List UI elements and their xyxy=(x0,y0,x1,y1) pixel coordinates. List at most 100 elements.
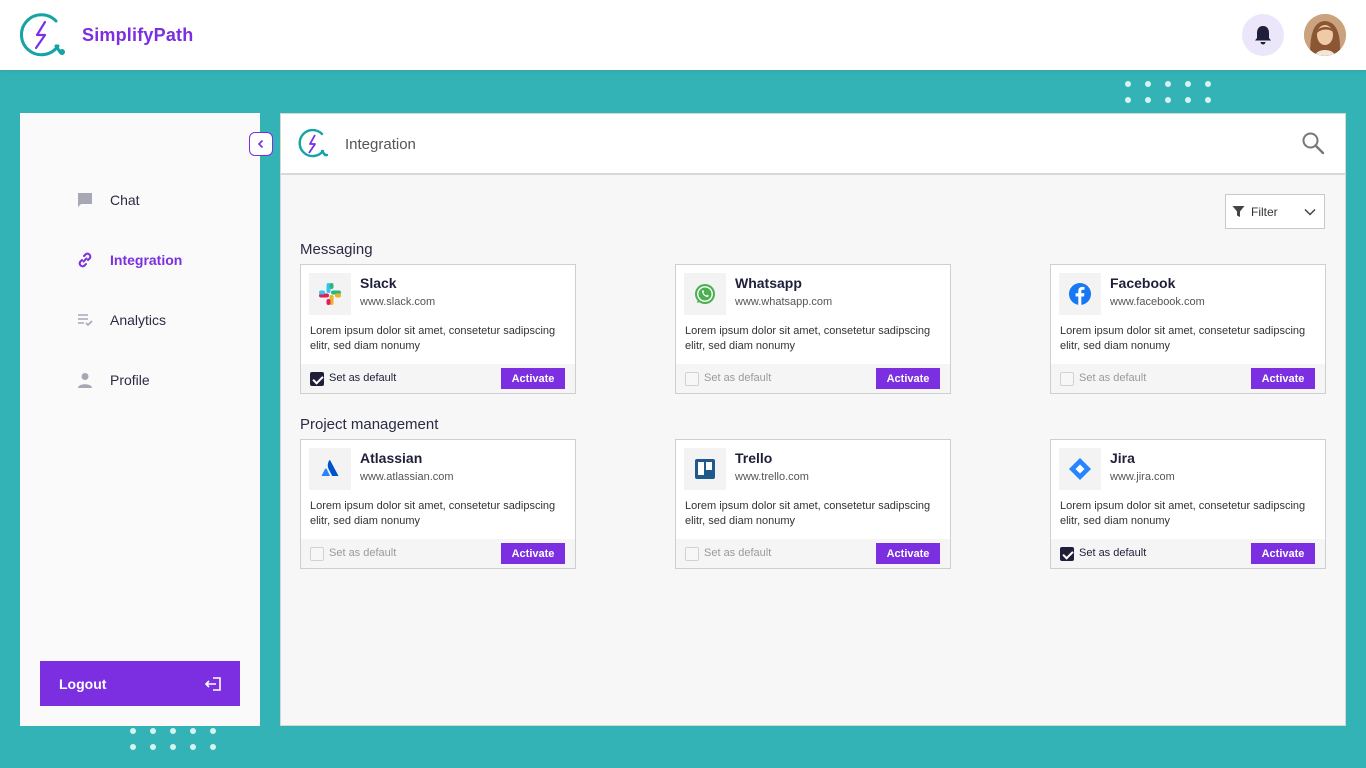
main-panel: Integration Filter Messaging Slack www.s… xyxy=(280,113,1346,726)
filter-label: Filter xyxy=(1251,204,1278,219)
sidebar: Chat Integration Analytics Profile Logou… xyxy=(20,113,260,726)
app-name: SimplifyPath xyxy=(82,24,194,45)
logout-icon xyxy=(204,676,221,691)
set-default-label[interactable]: Set as default xyxy=(329,547,396,559)
activate-button[interactable]: Activate xyxy=(876,368,940,389)
search-button[interactable] xyxy=(1301,131,1325,160)
slack-logo xyxy=(309,273,351,315)
profile-icon xyxy=(76,371,94,389)
filter-icon xyxy=(1232,206,1245,217)
integration-card-jira: Jira www.jira.com Lorem ipsum dolor sit … xyxy=(1050,439,1326,569)
set-default-label[interactable]: Set as default xyxy=(1079,372,1146,384)
integration-url[interactable]: www.atlassian.com xyxy=(360,471,454,483)
card-footer: Set as default Activate xyxy=(676,539,950,568)
sidebar-item-integration[interactable]: Integration xyxy=(76,251,182,269)
atlassian-logo xyxy=(309,448,351,490)
activate-button[interactable]: Activate xyxy=(1251,368,1315,389)
trello-logo xyxy=(684,448,726,490)
set-default-label[interactable]: Set as default xyxy=(704,372,771,384)
card-footer: Set as default Activate xyxy=(676,364,950,393)
sidebar-item-label: Integration xyxy=(110,252,183,268)
jira-logo xyxy=(1059,448,1101,490)
top-bar: SimplifyPath xyxy=(0,0,1366,70)
integration-name: Trello xyxy=(735,450,773,466)
logout-button[interactable]: Logout xyxy=(40,661,240,706)
decorative-dots-top xyxy=(1125,81,1211,103)
whatsapp-icon xyxy=(695,284,715,304)
card-footer: Set as default Activate xyxy=(301,539,575,568)
notification-button[interactable] xyxy=(1242,14,1284,56)
chevron-down-icon xyxy=(1304,208,1316,216)
sidebar-item-label: Analytics xyxy=(110,312,167,328)
brand[interactable]: SimplifyPath xyxy=(18,12,193,58)
whatsapp-logo xyxy=(684,273,726,315)
jira-icon xyxy=(1069,458,1091,480)
decorative-dots-bottom xyxy=(130,728,216,750)
user-avatar-icon xyxy=(1304,14,1346,56)
activate-button[interactable]: Activate xyxy=(501,368,565,389)
integration-name: Facebook xyxy=(1110,275,1176,291)
integration-description: Lorem ipsum dolor sit amet, consetetur s… xyxy=(310,325,556,352)
set-default-checkbox[interactable] xyxy=(685,372,699,386)
chat-icon xyxy=(76,191,94,209)
sidebar-item-label: Chat xyxy=(110,192,140,208)
set-default-checkbox[interactable] xyxy=(310,372,324,386)
integration-card-atlassian: Atlassian www.atlassian.com Lorem ipsum … xyxy=(300,439,576,569)
set-default-label[interactable]: Set as default xyxy=(329,372,396,384)
integration-description: Lorem ipsum dolor sit amet, consetetur s… xyxy=(685,500,931,527)
integration-logo-icon xyxy=(298,128,329,158)
bell-icon xyxy=(1255,26,1271,45)
integration-card-whatsapp: Whatsapp www.whatsapp.com Lorem ipsum do… xyxy=(675,264,951,394)
integration-name: Slack xyxy=(360,275,397,291)
section-title-project-management: Project management xyxy=(300,416,439,433)
activate-button[interactable]: Activate xyxy=(1251,543,1315,564)
slack-icon xyxy=(319,283,341,305)
integration-card-slack: Slack www.slack.com Lorem ipsum dolor si… xyxy=(300,264,576,394)
integration-card-facebook: Facebook www.facebook.com Lorem ipsum do… xyxy=(1050,264,1326,394)
card-footer: Set as default Activate xyxy=(301,364,575,393)
sidebar-item-analytics[interactable]: Analytics xyxy=(76,311,166,329)
page-title: Integration xyxy=(345,136,416,153)
activate-button[interactable]: Activate xyxy=(501,543,565,564)
atlassian-icon xyxy=(321,460,339,476)
integration-url[interactable]: www.whatsapp.com xyxy=(735,296,832,308)
set-default-label[interactable]: Set as default xyxy=(704,547,771,559)
sidebar-item-profile[interactable]: Profile xyxy=(76,371,150,389)
sidebar-item-label: Profile xyxy=(110,372,150,388)
trello-icon xyxy=(695,459,715,479)
set-default-checkbox[interactable] xyxy=(1060,372,1074,386)
integration-card-trello: Trello www.trello.com Lorem ipsum dolor … xyxy=(675,439,951,569)
app-logo-icon xyxy=(19,13,65,57)
activate-button[interactable]: Activate xyxy=(876,543,940,564)
analytics-icon xyxy=(76,311,94,329)
set-default-checkbox[interactable] xyxy=(685,547,699,561)
card-footer: Set as default Activate xyxy=(1051,539,1325,568)
section-title-messaging: Messaging xyxy=(300,241,373,258)
sidebar-item-chat[interactable]: Chat xyxy=(76,191,140,209)
integration-name: Whatsapp xyxy=(735,275,802,291)
avatar[interactable] xyxy=(1304,14,1346,56)
integration-url[interactable]: www.facebook.com xyxy=(1110,296,1205,308)
integration-description: Lorem ipsum dolor sit amet, consetetur s… xyxy=(1060,500,1306,527)
set-default-label[interactable]: Set as default xyxy=(1079,547,1146,559)
search-icon xyxy=(1302,132,1325,155)
link-icon xyxy=(76,251,94,269)
facebook-logo xyxy=(1059,273,1101,315)
card-footer: Set as default Activate xyxy=(1051,364,1325,393)
integration-url[interactable]: www.slack.com xyxy=(360,296,435,308)
main-header: Integration xyxy=(281,114,1345,175)
facebook-icon xyxy=(1069,283,1091,305)
integration-url[interactable]: www.jira.com xyxy=(1110,471,1175,483)
chevron-left-icon xyxy=(257,139,264,149)
integration-url[interactable]: www.trello.com xyxy=(735,471,809,483)
integration-name: Jira xyxy=(1110,450,1135,466)
integration-description: Lorem ipsum dolor sit amet, consetetur s… xyxy=(685,325,931,352)
set-default-checkbox[interactable] xyxy=(1060,547,1074,561)
filter-dropdown[interactable]: Filter xyxy=(1225,194,1325,229)
integration-description: Lorem ipsum dolor sit amet, consetetur s… xyxy=(1060,325,1306,352)
logout-label: Logout xyxy=(59,675,107,692)
set-default-checkbox[interactable] xyxy=(310,547,324,561)
integration-name: Atlassian xyxy=(360,450,423,466)
collapse-sidebar-button[interactable] xyxy=(249,132,273,156)
integration-description: Lorem ipsum dolor sit amet, consetetur s… xyxy=(310,500,556,527)
